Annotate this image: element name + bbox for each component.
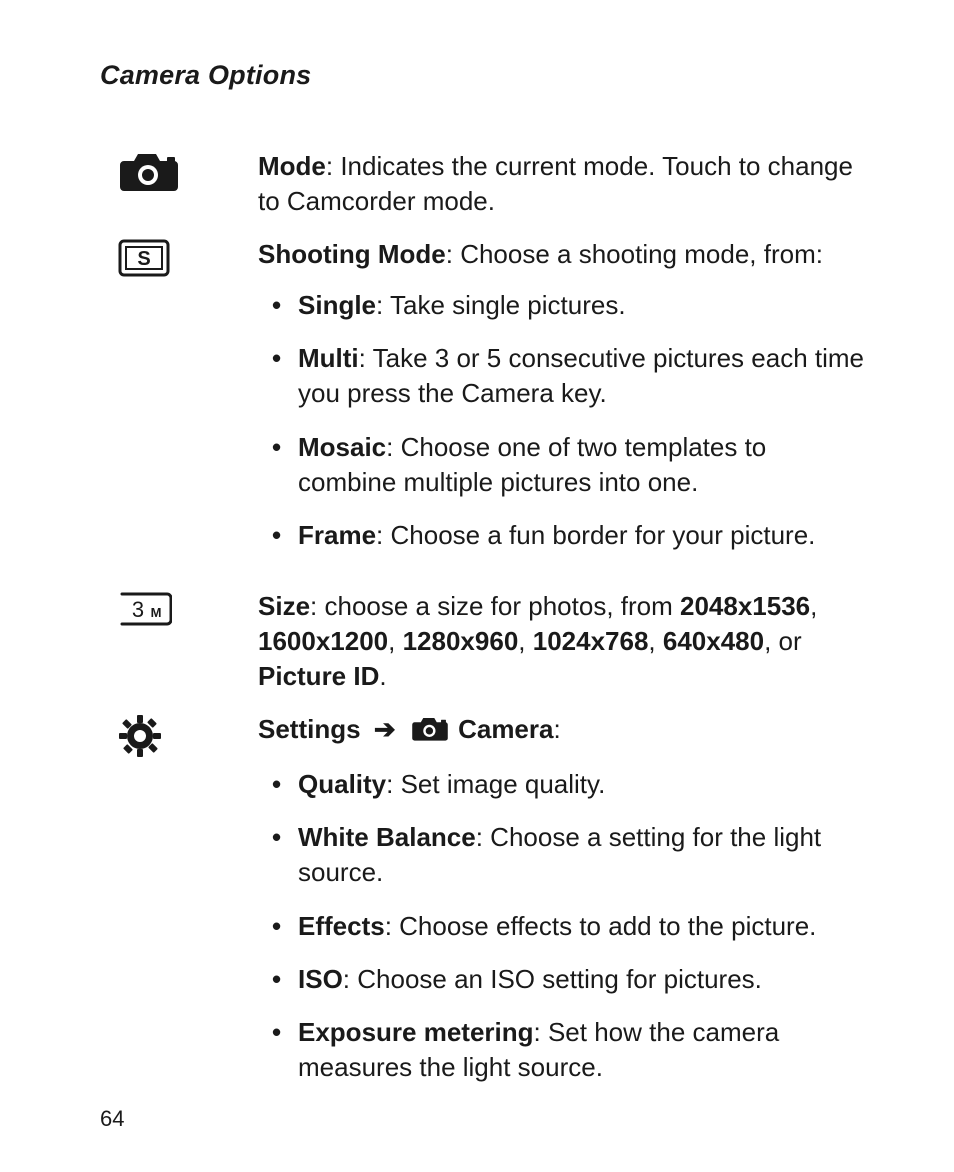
size-last: Picture ID	[258, 661, 379, 691]
camera-label: Camera	[458, 714, 553, 744]
size-value: 1280x960	[403, 626, 519, 656]
option-desc: : choose a size for photos, from	[310, 591, 680, 621]
bullet-lead: ISO	[298, 964, 343, 994]
bullet-lead: Mosaic	[298, 432, 386, 462]
svg-text:M: M	[151, 605, 162, 620]
list-item: Frame: Choose a fun border for your pict…	[272, 518, 864, 553]
arrow-right-icon: ➔	[374, 712, 396, 747]
option-text: Mode: Indicates the current mode. Touch …	[258, 149, 864, 219]
settings-list: Quality: Set image quality. White Balanc…	[258, 767, 864, 1085]
list-item: White Balance: Choose a setting for the …	[272, 820, 864, 890]
settings-label: Settings	[258, 714, 361, 744]
option-text: Shooting Mode: Choose a shooting mode, f…	[258, 237, 864, 571]
icon-cell	[100, 712, 258, 758]
size-sep: ,	[810, 591, 817, 621]
option-row-size: 3 M Size: choose a size for photos, from…	[100, 589, 864, 694]
option-lead: Size	[258, 591, 310, 621]
gear-icon	[118, 714, 162, 758]
list-item: Effects: Choose effects to add to the pi…	[272, 909, 864, 944]
option-text: Settings ➔ Camera: Quality: Set image qu…	[258, 712, 864, 1103]
option-desc: : Choose a shooting mode, from:	[446, 239, 823, 269]
size-sep: ,	[648, 626, 662, 656]
bullet-lead: Single	[298, 290, 376, 320]
option-row-shooting-mode: S Shooting Mode: Choose a shooting mode,…	[100, 237, 864, 571]
settings-tail: :	[553, 714, 560, 744]
list-item: ISO: Choose an ISO setting for pictures.	[272, 962, 864, 997]
size-value: 1024x768	[533, 626, 649, 656]
bullet-lead: Frame	[298, 520, 376, 550]
option-lead: Mode	[258, 151, 326, 181]
size-3m-icon: 3 M	[118, 591, 172, 627]
bullet-rest: : Choose effects to add to the picture.	[385, 911, 817, 941]
option-row-settings: Settings ➔ Camera: Quality: Set image qu…	[100, 712, 864, 1103]
option-lead: Shooting Mode	[258, 239, 446, 269]
camera-inline-icon	[411, 716, 449, 751]
size-sep: ,	[518, 626, 532, 656]
bullet-lead: Quality	[298, 769, 386, 799]
list-item: Quality: Set image quality.	[272, 767, 864, 802]
svg-text:S: S	[137, 248, 150, 270]
shooting-mode-list: Single: Take single pictures. Multi: Tak…	[258, 288, 864, 553]
list-item: Single: Take single pictures.	[272, 288, 864, 323]
size-value: 2048x1536	[680, 591, 810, 621]
option-row-mode: Mode: Indicates the current mode. Touch …	[100, 149, 864, 219]
bullet-rest: : Take single pictures.	[376, 290, 626, 320]
list-item: Multi: Take 3 or 5 consecutive pictures …	[272, 341, 864, 411]
icon-cell	[100, 149, 258, 193]
bullet-rest: : Take 3 or 5 consecutive pictures each …	[298, 343, 864, 408]
size-value: 640x480	[663, 626, 764, 656]
bullet-lead: Exposure metering	[298, 1017, 534, 1047]
icon-cell: S	[100, 237, 258, 277]
manual-page: Camera Options Mode: Indicates the curre…	[0, 0, 954, 1172]
size-tail: .	[379, 661, 386, 691]
size-sep: ,	[388, 626, 402, 656]
option-text: Size: choose a size for photos, from 204…	[258, 589, 864, 694]
camera-icon	[118, 151, 180, 193]
list-item: Mosaic: Choose one of two templates to c…	[272, 430, 864, 500]
bullet-lead: White Balance	[298, 822, 476, 852]
size-value: 1600x1200	[258, 626, 388, 656]
bullet-rest: : Choose a fun border for your picture.	[376, 520, 815, 550]
page-number: 64	[100, 1106, 124, 1132]
list-item: Exposure metering: Set how the camera me…	[272, 1015, 864, 1085]
bullet-lead: Effects	[298, 911, 385, 941]
icon-cell: 3 M	[100, 589, 258, 627]
shooting-mode-icon: S	[118, 239, 170, 277]
bullet-rest: : Set image quality.	[386, 769, 605, 799]
svg-text:3: 3	[132, 597, 144, 622]
bullet-rest: : Choose an ISO setting for pictures.	[343, 964, 762, 994]
size-or: , or	[764, 626, 802, 656]
section-heading: Camera Options	[100, 60, 864, 91]
option-desc: : Indicates the current mode. Touch to c…	[258, 151, 853, 216]
bullet-lead: Multi	[298, 343, 359, 373]
